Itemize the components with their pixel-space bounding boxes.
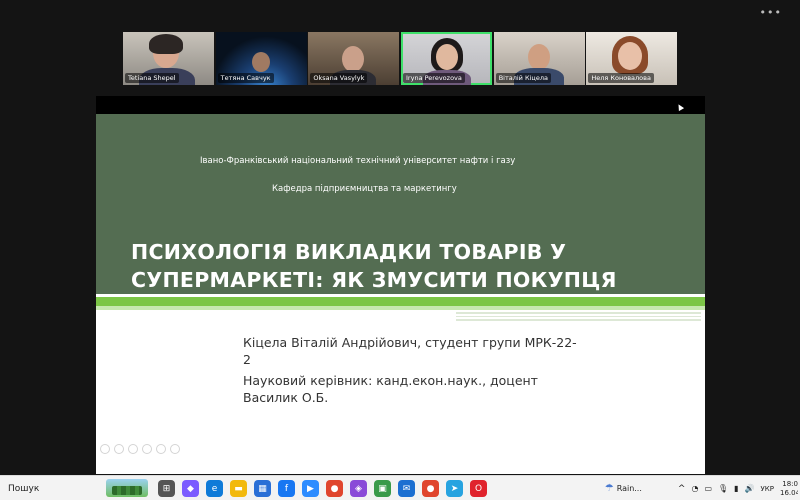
participant-tile[interactable]: Tetiana Shepel	[123, 32, 214, 85]
slide-controls	[100, 444, 180, 454]
speaker-icon[interactable]: 🔊	[745, 484, 755, 493]
participant-avatar	[342, 46, 365, 72]
taskbar-apps: ⊞ ◆ e ▬ ▦ f ▶ ● ◈ ▣ ✉ ● ➤ O	[158, 480, 487, 497]
mail-icon[interactable]: ✉	[398, 480, 415, 497]
language-indicator[interactable]: УКР	[761, 485, 774, 493]
more-options-icon[interactable]: •••	[760, 6, 782, 19]
participant-strip: Tetiana Shepel Тетяна Савчук Oksana Vasy…	[123, 32, 679, 85]
opera-icon[interactable]: O	[470, 480, 487, 497]
participant-name: Тетяна Савчук	[217, 73, 274, 83]
chrome-alt-icon[interactable]: ●	[422, 480, 439, 497]
edge-icon[interactable]: e	[206, 480, 223, 497]
shared-screen-slide: Івано-Франківський національний технічни…	[96, 96, 705, 474]
network-icon[interactable]: ▭	[704, 484, 712, 493]
slide-decor-lines	[456, 310, 701, 322]
clock-time: 18:0	[782, 479, 798, 488]
rain-icon: ☂	[604, 483, 614, 494]
search-label: Пошук	[8, 483, 40, 494]
pen-icon[interactable]	[128, 444, 138, 454]
author-text: Кіцела Віталій Андрійович, студент групи…	[243, 335, 577, 367]
wifi-icon[interactable]: ◔	[691, 484, 698, 493]
participant-name: Tetiana Shepel	[125, 73, 179, 83]
participant-avatar	[251, 52, 270, 72]
system-tray: ☂ Rain... ^ ◔ ▭ 🎙 ▮ 🔊 УКР 18:0 16.04.2	[605, 476, 800, 500]
copilot-icon[interactable]: ◆	[182, 480, 199, 497]
search-highlight-image[interactable]	[106, 479, 148, 497]
zoom-icon[interactable]: ▶	[302, 480, 319, 497]
weather-text: Rain...	[616, 484, 642, 493]
participant-tile[interactable]: Oksana Vasylyk	[308, 32, 400, 85]
app-green-icon[interactable]: ▣	[374, 480, 391, 497]
next-slide-icon[interactable]	[114, 444, 124, 454]
mic-icon[interactable]: 🎙	[718, 484, 728, 493]
windows-taskbar: Пошук ⊞ ◆ e ▬ ▦ f ▶ ● ◈ ▣ ✉ ● ➤ O ☂ Rain... ^ ◔ ▭ 🎙 ▮…	[0, 475, 800, 500]
taskbar-clock[interactable]: 18:0 16.04.2	[780, 480, 798, 498]
participant-tile[interactable]: Віталій Кіцела	[493, 32, 585, 85]
file-explorer-icon[interactable]: ▬	[230, 480, 247, 497]
taskbar-search[interactable]: Пошук	[0, 476, 150, 500]
slide-accent-stripe	[96, 297, 705, 306]
telegram-icon[interactable]: ➤	[446, 480, 463, 497]
task-view-icon[interactable]: ⊞	[158, 480, 175, 497]
slide-top-bar	[96, 96, 705, 114]
clock-date: 16.04.2	[780, 488, 798, 497]
university-name: Івано-Франківський національний технічни…	[200, 156, 516, 166]
video-conference-window: ••• Tetiana Shepel Тетяна Савчук Oksana …	[0, 0, 800, 500]
store-icon[interactable]: ▦	[254, 480, 271, 497]
participant-hair	[149, 34, 183, 54]
department-name: Кафедра підприємництва та маркетингу	[272, 184, 457, 194]
app-purple-icon[interactable]: ◈	[350, 480, 367, 497]
chrome-icon[interactable]: ●	[326, 480, 343, 497]
battery-icon[interactable]: ▮	[734, 484, 738, 493]
participant-tile-active-speaker[interactable]: Iryna Perevozova	[401, 32, 492, 85]
participant-name: Неля Коновалова	[588, 73, 654, 83]
participant-tile[interactable]: Неля Коновалова	[586, 32, 678, 85]
supervisor-text: Науковий керівник: канд.екон.наук., доце…	[243, 373, 538, 405]
participant-tile[interactable]: Тетяна Савчук	[215, 32, 307, 85]
weather-widget[interactable]: ☂ Rain...	[605, 483, 642, 494]
slides-grid-icon[interactable]	[142, 444, 152, 454]
prev-slide-icon[interactable]	[100, 444, 110, 454]
chevron-up-icon[interactable]: ^	[678, 484, 686, 494]
participant-name: Iryna Perevozova	[403, 73, 465, 83]
participant-avatar	[436, 44, 459, 70]
slide-header-panel: Івано-Франківський національний технічни…	[96, 114, 705, 320]
participant-name: Oksana Vasylyk	[310, 73, 368, 83]
zoom-icon[interactable]	[156, 444, 166, 454]
participant-avatar	[527, 44, 550, 70]
facebook-icon[interactable]: f	[278, 480, 295, 497]
participant-name: Віталій Кіцела	[495, 73, 551, 83]
more-icon[interactable]	[170, 444, 180, 454]
